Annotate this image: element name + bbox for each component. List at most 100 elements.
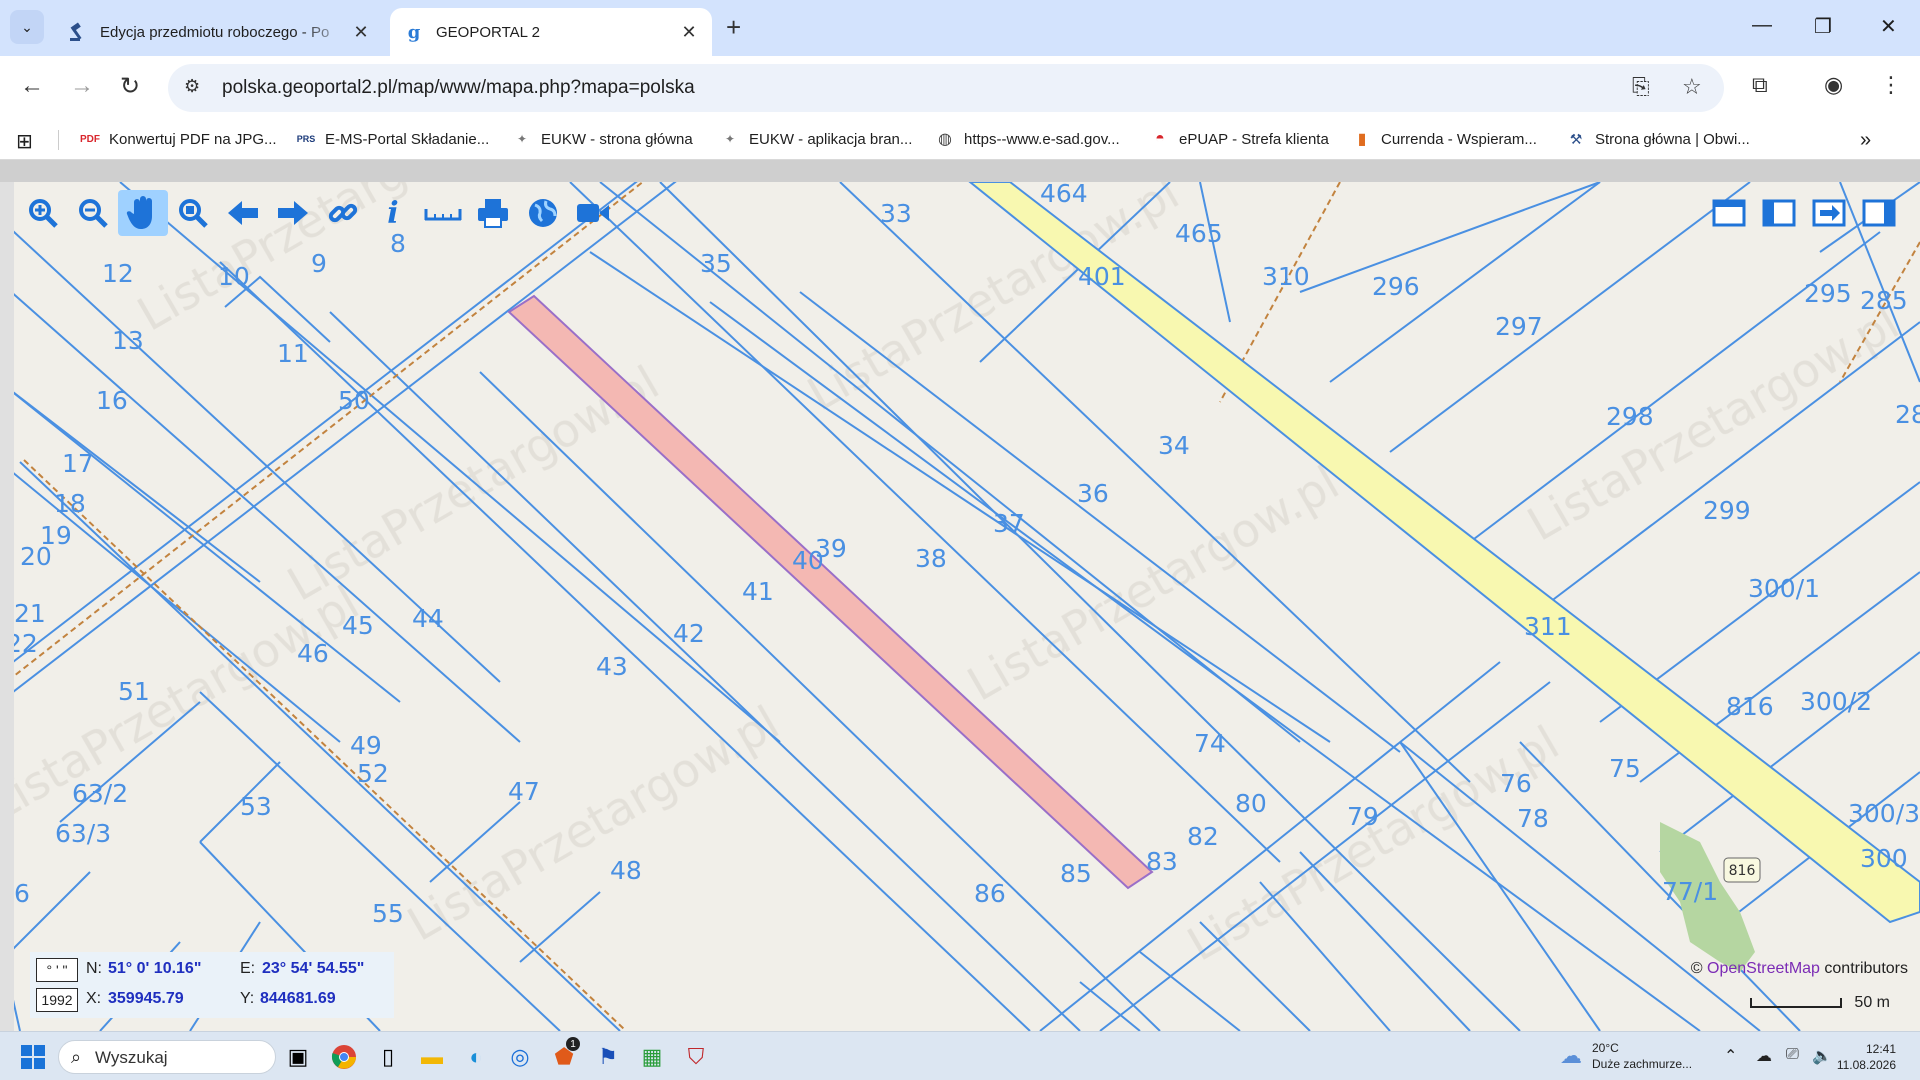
bookmark-label: E-MS-Portal Składanie...	[325, 130, 490, 148]
map-canvas[interactable]: ListaPrzetargow.pl ListaPrzetargow.pl Li…	[0, 182, 1920, 1031]
chevron-up-icon[interactable]: ⌃	[1724, 1046, 1737, 1066]
dms-format-toggle[interactable]: ° ' "	[36, 958, 78, 982]
layout-right-panel-icon[interactable]	[1856, 190, 1902, 236]
link-icon[interactable]	[318, 190, 368, 236]
pdf24-icon: PDF	[80, 133, 100, 145]
parcel-label: 6	[14, 879, 30, 908]
parcel-label: 46	[297, 639, 329, 668]
address-bar[interactable]: ⚙ polska.geoportal2.pl/map/www/mapa.php?…	[168, 64, 1724, 112]
parcel-label: 63/3	[55, 819, 111, 848]
minimize-icon[interactable]: —	[1752, 14, 1772, 37]
scale-line	[1750, 997, 1843, 1008]
layout-full-icon[interactable]	[1706, 190, 1752, 236]
parcel-label: 80	[1235, 789, 1267, 818]
map-svg[interactable]: ListaPrzetargow.pl ListaPrzetargow.pl Li…	[0, 182, 1920, 1031]
extensions-icon[interactable]: ⧉	[1752, 72, 1768, 98]
clock[interactable]: 12:41 11.08.2026	[1837, 1041, 1896, 1073]
app-icon[interactable]: ⚑	[592, 1041, 624, 1073]
zoom-out-icon[interactable]	[68, 190, 118, 236]
tab-geoportal[interactable]: g GEOPORTAL 2 ✕	[390, 8, 712, 56]
bookmark-epuap[interactable]: ◓ ePUAP - Strefa klienta	[1150, 129, 1329, 149]
menu-icon[interactable]: ⋮	[1880, 72, 1902, 98]
chrome-icon[interactable]	[328, 1041, 360, 1073]
layout-left-panel-icon[interactable]	[1756, 190, 1802, 236]
parcel-label: 18	[54, 489, 86, 518]
parcel-label: 77/1	[1662, 877, 1718, 906]
measure-icon[interactable]	[418, 190, 468, 236]
chevron-down-icon: ⌄	[21, 18, 33, 35]
windows-start-icon[interactable]	[20, 1044, 46, 1070]
network-icon[interactable]: ⎚	[1786, 1046, 1799, 1064]
parcel-label: 300/1	[1748, 574, 1820, 603]
edge-icon[interactable]: ◐	[460, 1041, 492, 1073]
outlook-icon[interactable]: ◎	[504, 1041, 536, 1073]
task-view-icon[interactable]: ▣	[282, 1041, 314, 1073]
copyright-symbol: ©	[1690, 960, 1703, 977]
zoom-box-icon[interactable]	[168, 190, 218, 236]
bookmark-eukw-app[interactable]: ✦ EUKW - aplikacja bran...	[720, 129, 912, 149]
tab-list-button[interactable]: ⌄	[10, 10, 44, 44]
forward-arrow-icon[interactable]	[268, 190, 318, 236]
bookmark-eukw-main[interactable]: ✦ EUKW - strona główna	[512, 129, 693, 149]
close-icon[interactable]: ✕	[678, 22, 700, 43]
install-icon[interactable]: ⎘	[1632, 74, 1650, 100]
y-value: 844681.69	[260, 990, 336, 1007]
osm-link[interactable]: OpenStreetMap	[1707, 960, 1820, 977]
url-text[interactable]: polska.geoportal2.pl/map/www/mapa.php?ma…	[222, 77, 695, 99]
epsg-format-toggle[interactable]: 1992	[36, 988, 78, 1012]
video-icon[interactable]	[568, 190, 618, 236]
security-app-icon[interactable]: ⛉	[680, 1041, 712, 1073]
info-icon[interactable]: i	[368, 190, 418, 236]
gavel-icon	[66, 20, 90, 44]
volume-icon[interactable]: 🔈	[1812, 1046, 1832, 1066]
parcel-label: 85	[1060, 859, 1092, 888]
tab-title: GEOPORTAL 2	[436, 23, 540, 41]
apps-grid-icon[interactable]: ⊞	[16, 129, 33, 154]
map-left-edge	[0, 182, 14, 1031]
spreadsheet-icon[interactable]: ▦	[636, 1041, 668, 1073]
epuap-icon: ◓	[1155, 130, 1165, 147]
parcel-label: 401	[1078, 262, 1126, 291]
cloud-icon: ☁	[1560, 1043, 1582, 1068]
search-placeholder: Wyszukaj	[95, 1048, 168, 1067]
geoportal-favicon-icon: g	[407, 21, 421, 43]
onedrive-icon[interactable]: ☁	[1756, 1046, 1772, 1066]
tab-edycja[interactable]: Edycja przedmiotu roboczego - Po ✕	[54, 8, 384, 56]
file-icon[interactable]: ▯	[372, 1041, 404, 1073]
close-window-icon[interactable]: ✕	[1880, 14, 1897, 39]
parcel-label: 296	[1372, 272, 1420, 301]
bookmarks-bar: ⊞ PDF Konwertuj PDF na JPG... PRS E-MS-P…	[0, 120, 1920, 160]
profile-icon[interactable]: ◉	[1824, 72, 1843, 98]
layout-export-icon[interactable]	[1806, 190, 1852, 236]
bookmark-star-icon[interactable]: ☆	[1682, 74, 1702, 100]
back-icon[interactable]: ←	[20, 72, 44, 100]
bookmark-esad[interactable]: ◍ https--www.e-sad.gov...	[935, 129, 1120, 149]
reload-icon[interactable]: ↻	[120, 72, 140, 101]
back-arrow-icon[interactable]	[218, 190, 268, 236]
folder-icon[interactable]: ▬	[416, 1041, 448, 1073]
bookmark-currenda[interactable]: ▮ Currenda - Wspieram...	[1352, 129, 1537, 149]
parcel-label: 11	[277, 339, 309, 368]
more-bookmarks-icon[interactable]: »	[1860, 129, 1871, 152]
taskbar-search[interactable]: ⌕ Wyszukaj	[58, 1040, 276, 1074]
y-label: Y:	[240, 990, 255, 1007]
forward-icon[interactable]: →	[70, 72, 94, 100]
new-tab-button[interactable]: +	[726, 12, 741, 43]
zoom-in-icon[interactable]	[18, 190, 68, 236]
bookmark-ems[interactable]: PRS E-MS-Portal Składanie...	[296, 129, 490, 149]
bookmark-obwi[interactable]: ⚒ Strona główna | Obwi...	[1566, 129, 1750, 149]
parcel-label: 465	[1175, 219, 1223, 248]
close-icon[interactable]: ✕	[350, 22, 372, 43]
parcel-label: 28	[1895, 400, 1920, 429]
pan-hand-icon[interactable]	[118, 190, 168, 236]
parcel-label: 49	[350, 731, 382, 760]
prs-icon: PRS	[296, 134, 316, 144]
e-label: E:	[240, 960, 256, 977]
site-settings-icon[interactable]: ⚙	[184, 76, 200, 97]
restore-icon[interactable]: ❐	[1814, 14, 1832, 39]
shield-icon[interactable]: ⬟ 1	[548, 1037, 580, 1073]
weather-temp: 20°C	[1592, 1041, 1619, 1055]
print-icon[interactable]	[468, 190, 518, 236]
globe-icon[interactable]	[518, 190, 568, 236]
bookmark-pdf24[interactable]: PDF Konwertuj PDF na JPG...	[80, 129, 277, 149]
